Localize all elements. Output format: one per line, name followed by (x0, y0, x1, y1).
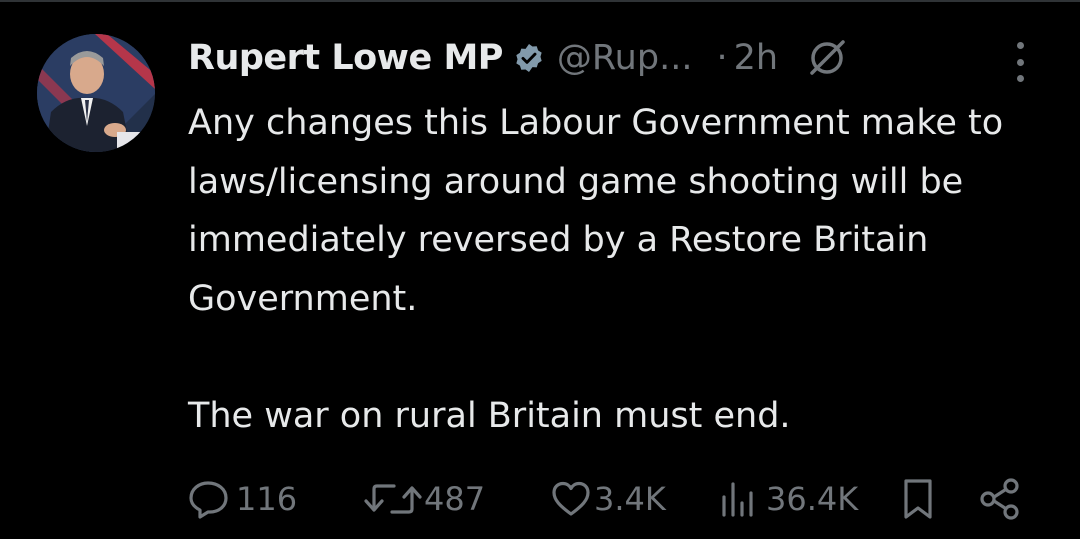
tweet-paragraph: Any changes this Labour Government make … (188, 103, 1004, 319)
views-icon (722, 482, 753, 517)
author-handle[interactable]: @Rup... (557, 38, 693, 78)
action-bar: 116 487 3.4K 36.4K (188, 476, 1028, 522)
repost-count: 487 (424, 480, 486, 518)
verified-badge-icon (513, 42, 545, 74)
tweet-text: Any changes this Labour Government make … (188, 94, 1068, 445)
avatar[interactable] (37, 34, 155, 152)
separator-dot: · (716, 38, 728, 78)
reply-count: 116 (236, 480, 298, 518)
like-button[interactable]: 3.4K (550, 476, 666, 522)
reply-button[interactable]: 116 (188, 476, 297, 522)
top-divider (0, 0, 1080, 2)
author-name[interactable]: Rupert Lowe MP (188, 38, 503, 78)
repost-button[interactable]: 487 (362, 476, 485, 522)
like-count: 3.4K (594, 480, 666, 518)
repost-icon (364, 484, 422, 514)
more-options-icon[interactable] (1006, 40, 1034, 84)
like-icon (552, 481, 590, 516)
share-icon (980, 478, 1019, 520)
grok-icon[interactable] (808, 39, 846, 77)
views-button[interactable]: 36.4K (718, 476, 858, 522)
tweet-header: Rupert Lowe MP @Rup... · 2h (188, 30, 846, 86)
tweet-paragraph: The war on rural Britain must end. (188, 395, 791, 436)
more-dot (1016, 75, 1024, 82)
views-count: 36.4K (766, 480, 859, 518)
bookmark-button[interactable] (898, 476, 938, 522)
share-button[interactable] (978, 476, 1022, 522)
bookmark-icon (904, 479, 932, 519)
more-dot (1016, 42, 1024, 49)
reply-icon (189, 481, 228, 519)
more-dot (1016, 58, 1024, 66)
post-time[interactable]: 2h (734, 38, 778, 78)
